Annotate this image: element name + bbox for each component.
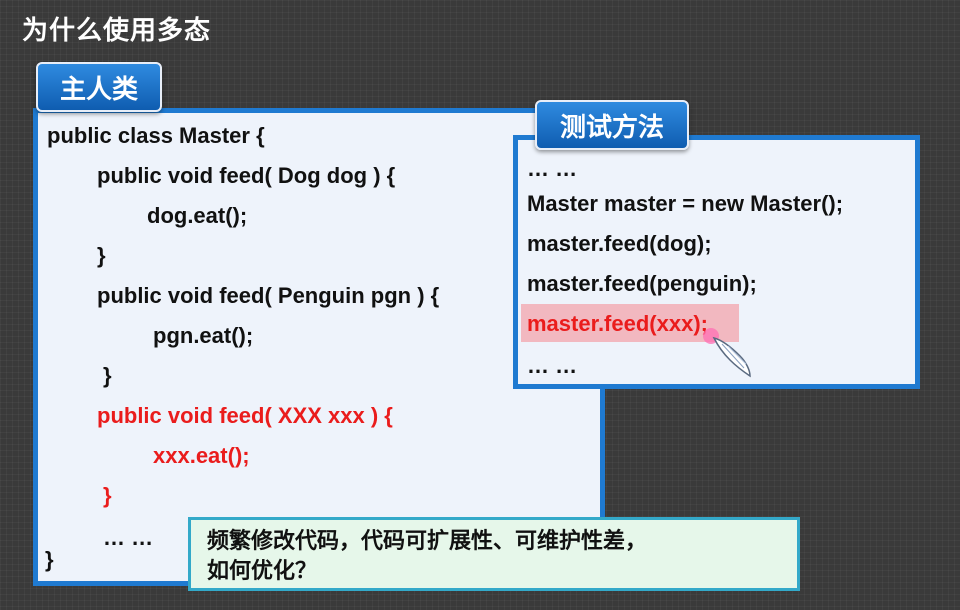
code-line-class-close: } xyxy=(45,547,54,572)
test-line-feed-dog: master.feed(dog); xyxy=(527,231,712,256)
code-line-ellipsis: … … xyxy=(103,525,154,550)
test-line-ellipsis-end: … … xyxy=(527,353,578,378)
code-line-dog-eat: dog.eat(); xyxy=(147,203,248,228)
test-line-new-master: Master master = new Master(); xyxy=(527,191,844,216)
pointer-hand-icon xyxy=(703,328,751,378)
code-line-close-brace-red: } xyxy=(103,483,112,508)
code-line-feed-dog: public void feed( Dog dog ) { xyxy=(97,163,396,188)
test-line-ellipsis: … … xyxy=(527,156,578,181)
test-line-feed-penguin: master.feed(penguin); xyxy=(527,271,757,296)
optimization-question-note: 频繁修改代码，代码可扩展性、可维护性差， 如何优化？ xyxy=(188,517,800,591)
code-line-xxx-eat: xxx.eat(); xyxy=(153,443,250,468)
code-line-feed-xxx: public void feed( XXX xxx ) { xyxy=(97,403,393,428)
code-line-class-decl: public class Master { xyxy=(47,123,265,148)
master-class-tag: 主人类 xyxy=(36,62,162,112)
note-line-2: 如何优化？ xyxy=(207,558,318,583)
code-line-feed-penguin: public void feed( Penguin pgn ) { xyxy=(97,283,440,308)
code-line-close-brace: } xyxy=(97,243,106,268)
slide-title: 为什么使用多态 xyxy=(22,15,212,45)
code-line-pgn-eat: pgn.eat(); xyxy=(153,323,254,348)
test-method-tag: 测试方法 xyxy=(535,100,689,150)
test-line-feed-xxx: master.feed(xxx); xyxy=(527,311,708,336)
note-line-1: 频繁修改代码，代码可扩展性、可维护性差， xyxy=(207,528,648,553)
code-line-close-brace: } xyxy=(103,363,112,388)
